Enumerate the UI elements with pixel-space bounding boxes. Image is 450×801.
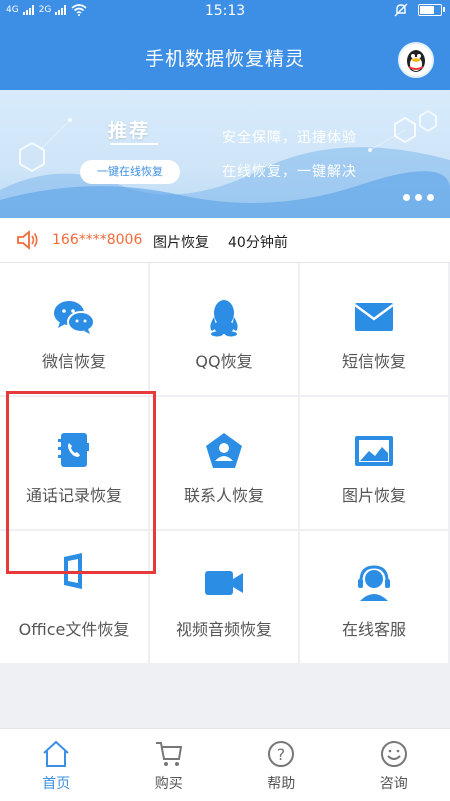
- wechat-icon: [52, 297, 96, 337]
- smile-icon: [379, 739, 409, 769]
- svg-text:?: ?: [277, 745, 286, 764]
- mute-bell-icon: [394, 3, 408, 17]
- media-recovery-tile[interactable]: 视频音频恢复: [150, 531, 300, 665]
- tile-label: 短信恢复: [300, 348, 448, 372]
- online-support-tile[interactable]: 在线客服: [300, 531, 450, 665]
- carousel-dot[interactable]: [415, 194, 422, 201]
- banner-slogan-2: 在线恢复，一键解决: [222, 161, 357, 181]
- notice-type: 图片恢复: [153, 232, 209, 252]
- envelope-icon: [352, 297, 396, 337]
- tab-label: 帮助: [225, 773, 338, 793]
- recent-recovery-notice: 166****8006 图片恢复 40分钟前: [0, 218, 450, 263]
- one-click-recovery-button[interactable]: 一键在线恢复: [80, 160, 180, 184]
- carousel-dot[interactable]: [403, 194, 410, 201]
- headset-icon: [352, 563, 396, 603]
- status-bar: 4G 2G 15:13: [0, 0, 450, 24]
- app-header: 手机数据恢复精灵: [0, 24, 450, 90]
- tab-label: 购买: [113, 773, 226, 793]
- page-title: 手机数据恢复精灵: [0, 44, 450, 71]
- status-right: [394, 3, 442, 17]
- video-icon: [202, 563, 246, 603]
- qq-icon: [202, 297, 246, 337]
- image-icon: [352, 431, 396, 471]
- carousel-dots[interactable]: [403, 194, 434, 201]
- banner-background: [0, 90, 450, 218]
- tab-home[interactable]: 首页: [0, 729, 113, 801]
- home-icon: [41, 739, 71, 769]
- tile-label: 通话记录恢复: [0, 482, 148, 506]
- image-recovery-tile[interactable]: 图片恢复: [300, 397, 450, 531]
- call-log-icon: [52, 431, 96, 471]
- tab-help[interactable]: ? 帮助: [225, 729, 338, 801]
- qq-recovery-tile[interactable]: QQ恢复: [150, 263, 300, 397]
- contacts-recovery-tile[interactable]: 联系人恢复: [150, 397, 300, 531]
- tile-label: Office文件恢复: [0, 616, 148, 640]
- tab-buy[interactable]: 购买: [113, 729, 226, 801]
- tile-label: 视频音频恢复: [150, 616, 298, 640]
- tile-label: 在线客服: [300, 616, 448, 640]
- tab-label: 首页: [0, 773, 113, 793]
- notice-time-ago: 40分钟前: [228, 232, 288, 252]
- tile-label: 微信恢复: [0, 348, 148, 372]
- help-icon: ?: [266, 739, 296, 769]
- feature-grid: 微信恢复 QQ恢复 短信恢复 通话记录恢复: [0, 263, 450, 665]
- office-icon: [52, 551, 96, 591]
- qq-penguin-icon[interactable]: [398, 42, 434, 78]
- notice-phone: 166****8006: [52, 232, 142, 248]
- call-log-recovery-tile[interactable]: 通话记录恢复: [0, 397, 150, 531]
- wechat-recovery-tile[interactable]: 微信恢复: [0, 263, 150, 397]
- battery-icon: [418, 4, 442, 16]
- banner-slogan-1: 安全保障，迅捷体验: [222, 127, 357, 147]
- tile-label: 图片恢复: [300, 482, 448, 506]
- sms-recovery-tile[interactable]: 短信恢复: [300, 263, 450, 397]
- carousel-dot[interactable]: [427, 194, 434, 201]
- contact-icon: [202, 431, 246, 471]
- speaker-icon: [16, 230, 40, 250]
- tab-consult[interactable]: 咨询: [338, 729, 450, 801]
- tile-label: 联系人恢复: [150, 482, 298, 506]
- promo-banner[interactable]: 推荐 一键在线恢复 安全保障，迅捷体验 在线恢复，一键解决: [0, 90, 450, 218]
- tab-label: 咨询: [338, 773, 450, 793]
- tile-label: QQ恢复: [150, 348, 298, 372]
- bottom-nav: 首页 购买 ? 帮助 咨询: [0, 728, 450, 801]
- office-recovery-tile[interactable]: Office文件恢复: [0, 531, 150, 665]
- cart-icon: [154, 739, 184, 769]
- banner-underline: [110, 143, 158, 145]
- clock: 15:13: [0, 3, 450, 19]
- banner-tag: 推荐: [108, 116, 150, 143]
